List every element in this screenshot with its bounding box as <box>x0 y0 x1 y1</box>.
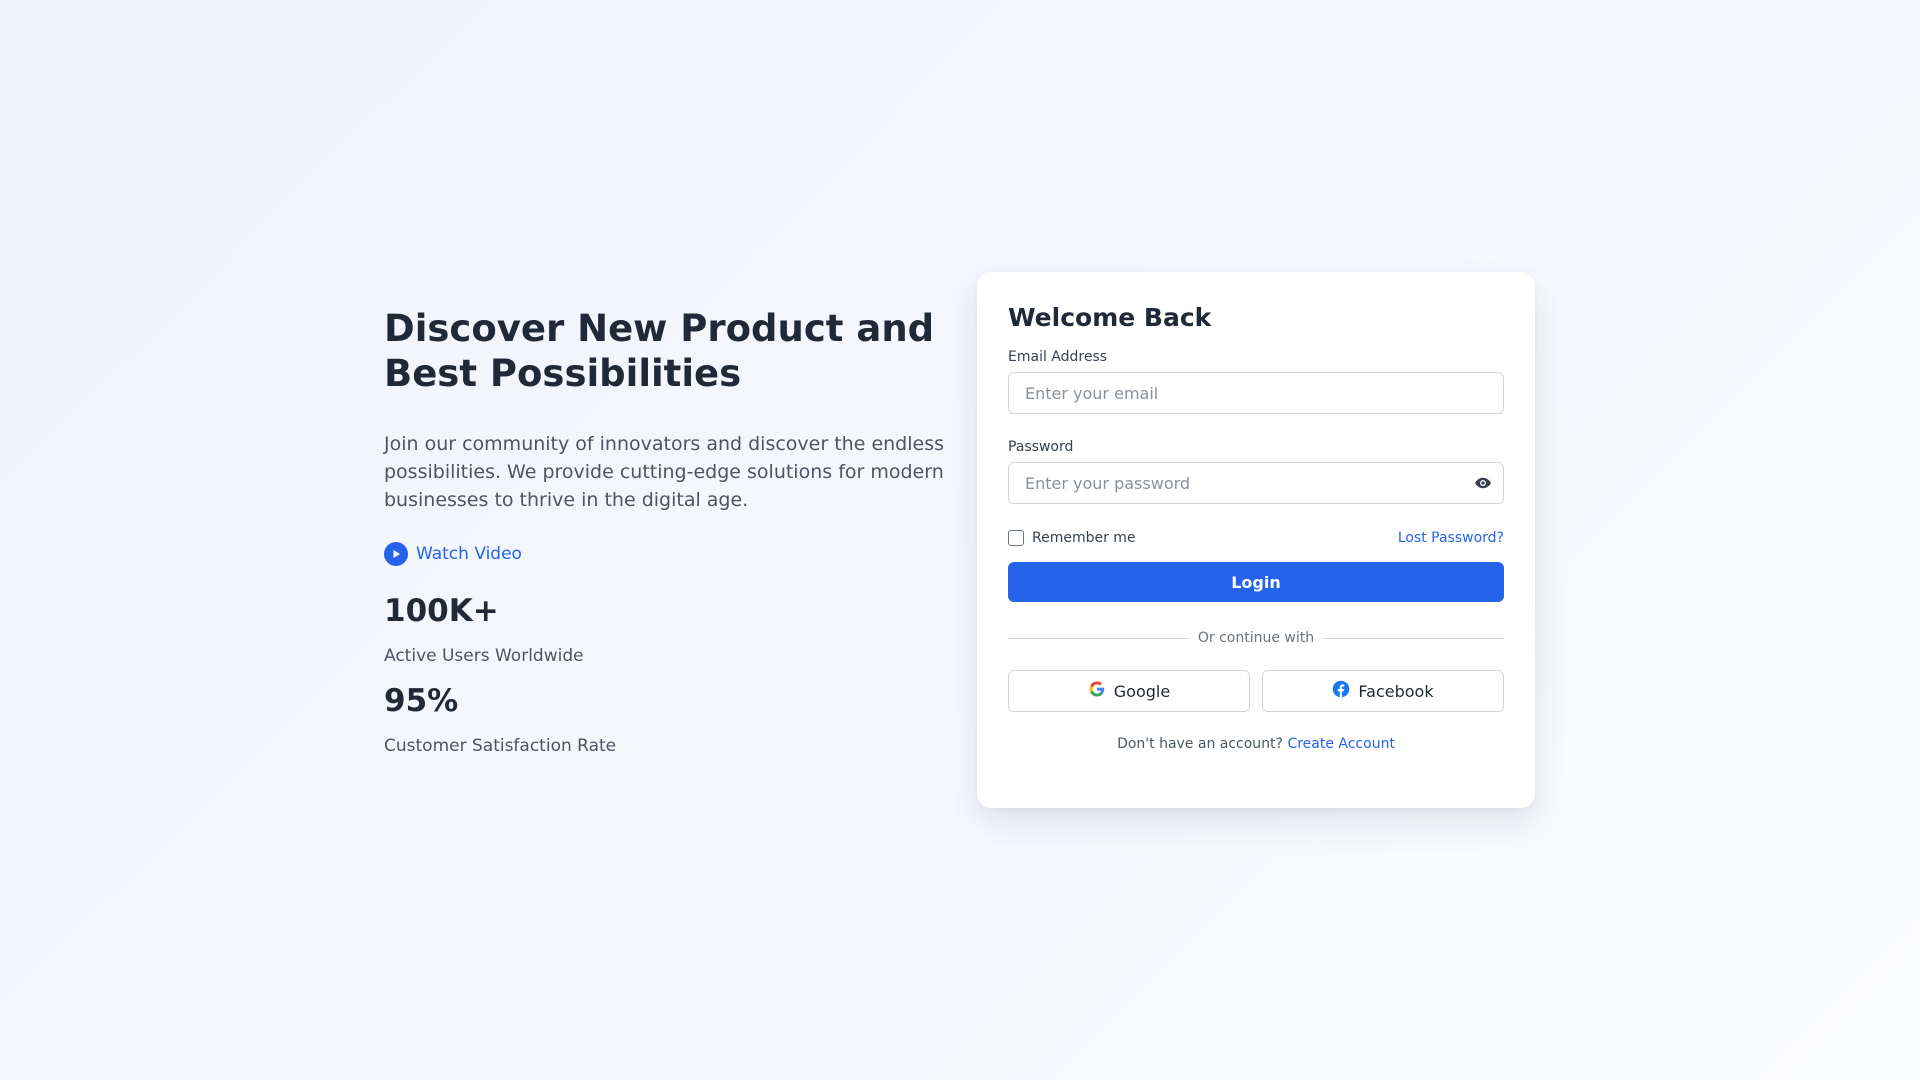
hero-title-line2: Best Possibilities <box>384 352 742 395</box>
social-divider: Or continue with <box>1008 628 1505 648</box>
remember-me-label: Remember me <box>1032 530 1136 546</box>
social-login-row: Google Facebook <box>1008 670 1504 712</box>
stat-label: Customer Satisfaction Rate <box>384 736 617 756</box>
email-field[interactable] <box>1008 372 1504 414</box>
hero-section: Discover New Product and Best Possibilit… <box>384 306 944 758</box>
stat-active-users: 100K+ Active Users Worldwide <box>384 592 944 668</box>
lost-password-link[interactable]: Lost Password? <box>1398 530 1504 546</box>
google-label: Google <box>1113 681 1171 701</box>
google-icon <box>1088 680 1106 702</box>
login-card: Welcome Back Email Address Password Reme… <box>977 272 1535 808</box>
watch-video-label: Watch Video <box>416 544 522 564</box>
google-login-button[interactable]: Google <box>1008 670 1250 712</box>
watch-video-link[interactable]: Watch Video <box>384 542 522 566</box>
stat-label: Active Users Worldwide <box>384 646 584 666</box>
hero-title: Discover New Product and Best Possibilit… <box>384 306 944 396</box>
stat-satisfaction: 95% Customer Satisfaction Rate <box>384 682 944 758</box>
signup-prompt: Don't have an account? Create Account <box>1008 736 1504 752</box>
stat-value: 95% <box>384 683 459 719</box>
divider-line <box>1322 637 1505 639</box>
email-field-wrap <box>1008 372 1504 414</box>
divider-text: Or continue with <box>1197 630 1315 646</box>
facebook-login-button[interactable]: Facebook <box>1262 670 1504 712</box>
email-label: Email Address <box>1008 349 1108 365</box>
create-account-link[interactable]: Create Account <box>1287 736 1395 752</box>
login-options-row: Remember me Lost Password? <box>1008 528 1504 548</box>
password-field-wrap <box>1008 462 1504 504</box>
remember-me-checkbox[interactable] <box>1008 530 1024 546</box>
password-field[interactable] <box>1008 462 1504 504</box>
divider-line <box>1008 637 1190 639</box>
password-label: Password <box>1008 439 1074 455</box>
stat-value: 100K+ <box>384 593 499 629</box>
facebook-label: Facebook <box>1358 681 1434 701</box>
eye-icon[interactable] <box>1474 474 1492 492</box>
facebook-icon <box>1332 680 1350 702</box>
login-button[interactable]: Login <box>1008 562 1504 602</box>
remember-me[interactable]: Remember me <box>1008 530 1136 546</box>
login-title: Welcome Back <box>1008 303 1212 332</box>
signup-prompt-text: Don't have an account? <box>1117 736 1283 752</box>
hero-title-line1: Discover New Product and <box>384 307 935 350</box>
hero-description: Join our community of innovators and dis… <box>384 433 944 511</box>
play-icon <box>384 542 408 566</box>
